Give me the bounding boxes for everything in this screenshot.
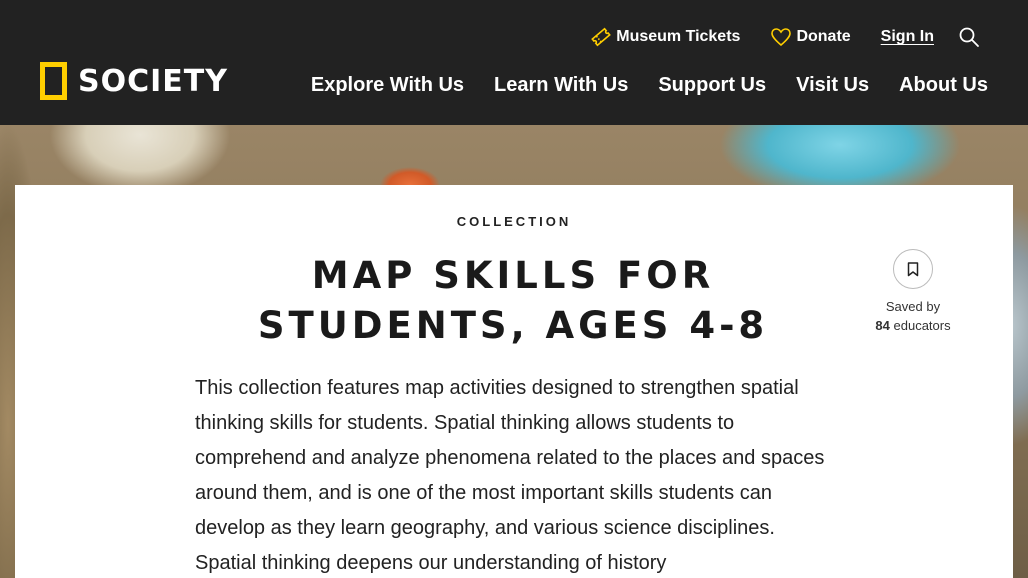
donate-label: Donate bbox=[796, 28, 851, 45]
collection-card: COLLECTION MAP SKILLS FOR STUDENTS, AGES… bbox=[15, 185, 1013, 578]
content-type-label: COLLECTION bbox=[456, 214, 572, 229]
sign-in-link[interactable]: Sign In bbox=[881, 28, 934, 46]
donate-link[interactable]: Donate bbox=[770, 27, 851, 47]
nav-explore-with-us[interactable]: Explore With Us bbox=[311, 74, 464, 97]
main-nav: Explore With Us Learn With Us Support Us… bbox=[281, 74, 988, 97]
museum-tickets-link[interactable]: Museum Tickets bbox=[590, 27, 740, 47]
logo-yellow-border-icon bbox=[40, 62, 67, 100]
logo-text: SOCIETY bbox=[78, 63, 228, 99]
nav-visit-us[interactable]: Visit Us bbox=[796, 74, 869, 97]
page-title: MAP SKILLS FOR STUDENTS, AGES 4-8 bbox=[257, 254, 769, 347]
heart-icon bbox=[771, 28, 792, 47]
saved-by-suffix: educators bbox=[893, 318, 951, 333]
save-widget: Saved by 84 educators bbox=[853, 249, 973, 335]
sign-in-label: Sign In bbox=[880, 28, 934, 45]
saved-count: 84 bbox=[875, 318, 890, 333]
bookmark-icon bbox=[907, 261, 919, 276]
utility-nav: Museum Tickets Donate Sign In bbox=[560, 26, 980, 48]
nav-support-us[interactable]: Support Us bbox=[658, 74, 766, 97]
site-header: SOCIETY Museum Tickets Donate Sign In Ex… bbox=[0, 0, 1028, 125]
search-icon[interactable] bbox=[958, 26, 980, 48]
collection-description: This collection features map activities … bbox=[195, 377, 825, 574]
museum-tickets-label: Museum Tickets bbox=[616, 28, 741, 45]
site-logo[interactable]: SOCIETY bbox=[40, 62, 228, 100]
nav-learn-with-us[interactable]: Learn With Us bbox=[494, 74, 628, 97]
ticket-icon bbox=[591, 27, 612, 47]
saved-by-text: Saved by 84 educators bbox=[853, 297, 973, 335]
nav-about-us[interactable]: About Us bbox=[899, 74, 988, 97]
saved-by-prefix: Saved by bbox=[885, 299, 941, 314]
save-button[interactable] bbox=[893, 249, 933, 289]
